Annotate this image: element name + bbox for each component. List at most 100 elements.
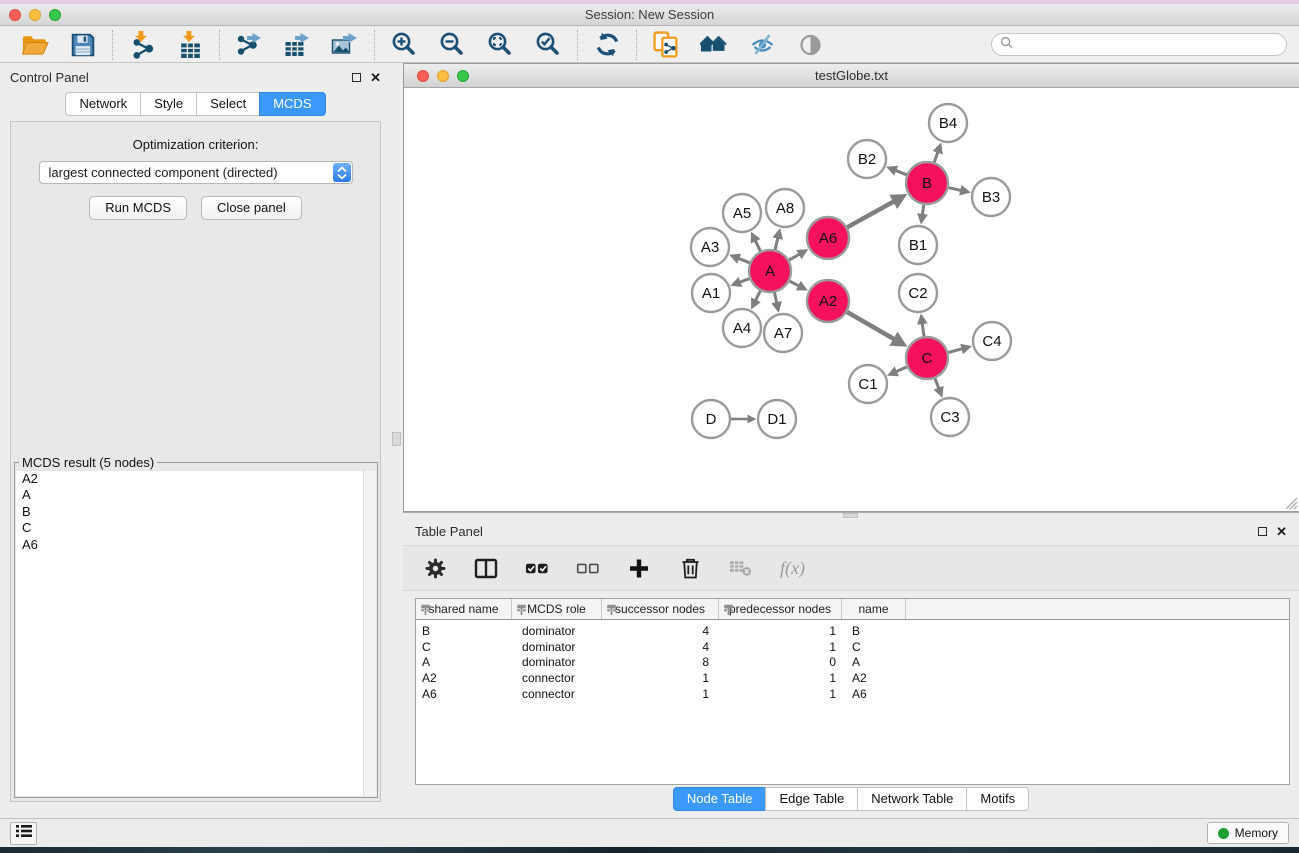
vertical-splitter-handle[interactable] [392, 432, 401, 446]
import-table-icon[interactable] [176, 31, 204, 59]
unselect-all-columns-icon[interactable] [576, 556, 600, 580]
run-mcds-button[interactable]: Run MCDS [89, 196, 187, 220]
close-panel-button[interactable]: Close panel [201, 196, 302, 220]
float-panel-icon[interactable] [352, 73, 361, 82]
create-column-icon[interactable] [627, 556, 651, 580]
result-item[interactable]: A [16, 487, 376, 503]
tab-select[interactable]: Select [196, 92, 260, 116]
table-row[interactable]: A6connector11A6 [416, 686, 1289, 702]
delete-table-icon[interactable] [729, 556, 753, 580]
zoom-out-icon[interactable] [438, 31, 466, 59]
edge-C-C3[interactable] [935, 379, 940, 391]
search-box[interactable] [991, 33, 1287, 56]
column-header-successor-nodes[interactable]: successor nodes [602, 599, 719, 619]
edge-A-A5[interactable] [755, 239, 761, 251]
show-all-icon[interactable] [796, 31, 824, 59]
edge-A-A3[interactable] [737, 258, 750, 263]
split-panel-icon[interactable] [474, 556, 498, 580]
node-C1[interactable]: C1 [849, 365, 887, 403]
edge-B-B4[interactable] [934, 150, 938, 162]
export-table-icon[interactable] [283, 31, 311, 59]
edge-A-A2[interactable] [790, 281, 801, 287]
edge-B-B1[interactable] [922, 205, 924, 217]
close-panel-icon[interactable]: ✕ [370, 71, 381, 84]
edge-A-A1[interactable] [738, 279, 749, 283]
edge-A-A7[interactable] [775, 293, 778, 305]
result-item[interactable]: B [16, 504, 376, 520]
result-item[interactable]: A6 [16, 537, 376, 553]
edge-C-C4[interactable] [948, 348, 964, 352]
edge-A-A8[interactable] [775, 236, 778, 250]
tab-network[interactable]: Network [65, 92, 141, 116]
node-C4[interactable]: C4 [973, 322, 1011, 360]
node-B4[interactable]: B4 [929, 104, 967, 142]
mcds-result-list[interactable]: A2ABCA6 [16, 471, 376, 796]
open-icon[interactable] [21, 31, 49, 59]
node-C[interactable]: C [906, 337, 948, 379]
edge-A6-B[interactable] [847, 200, 897, 227]
tab-node-table[interactable]: Node Table [673, 787, 767, 811]
table-row[interactable]: A2connector11A2 [416, 670, 1289, 686]
node-B3[interactable]: B3 [972, 178, 1010, 216]
import-network-icon[interactable] [128, 31, 156, 59]
result-item[interactable]: C [16, 520, 376, 536]
network-window-titlebar[interactable]: testGlobe.txt [404, 64, 1299, 88]
vertical-splitter[interactable] [391, 63, 403, 818]
node-A3[interactable]: A3 [691, 228, 729, 266]
table-row[interactable]: Bdominator41B [416, 623, 1289, 639]
save-icon[interactable] [69, 31, 97, 59]
task-history-button[interactable] [10, 822, 37, 845]
edge-A2-C[interactable] [847, 312, 897, 341]
node-D1[interactable]: D1 [758, 400, 796, 438]
app-titlebar[interactable]: Session: New Session [0, 4, 1299, 26]
zoom-in-icon[interactable] [390, 31, 418, 59]
node-D[interactable]: D [692, 400, 730, 438]
memory-button[interactable]: Memory [1207, 822, 1289, 844]
tab-style[interactable]: Style [140, 92, 197, 116]
node-A[interactable]: A [749, 250, 791, 292]
node-A6[interactable]: A6 [807, 217, 849, 259]
column-header-shared-name[interactable]: shared name [416, 599, 512, 619]
tab-edge-table[interactable]: Edge Table [765, 787, 858, 811]
tab-network-table[interactable]: Network Table [857, 787, 967, 811]
float-table-panel-icon[interactable] [1258, 527, 1267, 536]
table-row[interactable]: Adominator80A [416, 655, 1289, 671]
zoom-selected-icon[interactable] [534, 31, 562, 59]
refresh-icon[interactable] [593, 31, 621, 59]
column-header-name[interactable]: name [842, 599, 906, 619]
first-neighbors-icon[interactable] [700, 31, 728, 59]
column-header-predecessor-nodes[interactable]: predecessor nodes [719, 599, 842, 619]
network-graph[interactable]: AA1A3A4A5A7A8A6A2BB1B2B3B4CC1C2C3C4DD1 [404, 89, 1299, 511]
edge-A-A6[interactable] [789, 253, 801, 260]
node-C3[interactable]: C3 [931, 398, 969, 436]
new-network-from-selection-icon[interactable] [652, 31, 680, 59]
tab-motifs[interactable]: Motifs [966, 787, 1029, 811]
node-A8[interactable]: A8 [766, 189, 804, 227]
node-A5[interactable]: A5 [723, 194, 761, 232]
edge-B-B2[interactable] [894, 170, 907, 175]
edge-B-B3[interactable] [949, 188, 963, 191]
node-A4[interactable]: A4 [723, 309, 761, 347]
export-network-icon[interactable] [235, 31, 263, 59]
delete-columns-icon[interactable] [678, 556, 702, 580]
node-C2[interactable]: C2 [899, 274, 937, 312]
hide-selected-icon[interactable] [748, 31, 776, 59]
table-row[interactable]: Cdominator41C [416, 639, 1289, 655]
edge-C-C2[interactable] [922, 322, 924, 337]
node-B[interactable]: B [906, 162, 948, 204]
result-list-scrollbar[interactable] [363, 471, 376, 796]
close-table-panel-icon[interactable]: ✕ [1276, 525, 1287, 538]
zoom-fit-icon[interactable] [486, 31, 514, 59]
criterion-select[interactable]: largest connected component (directed) [39, 161, 353, 184]
resize-grip-icon[interactable] [1283, 495, 1298, 510]
node-A1[interactable]: A1 [692, 274, 730, 312]
node-B1[interactable]: B1 [899, 226, 937, 264]
select-all-columns-icon[interactable] [525, 556, 549, 580]
edge-C-C1[interactable] [894, 367, 907, 373]
settings-icon[interactable] [423, 556, 447, 580]
node-B2[interactable]: B2 [848, 140, 886, 178]
result-item[interactable]: A2 [16, 471, 376, 487]
column-header-MCDS-role[interactable]: MCDS role [512, 599, 602, 619]
export-image-icon[interactable] [331, 31, 359, 59]
node-A2[interactable]: A2 [807, 280, 849, 322]
